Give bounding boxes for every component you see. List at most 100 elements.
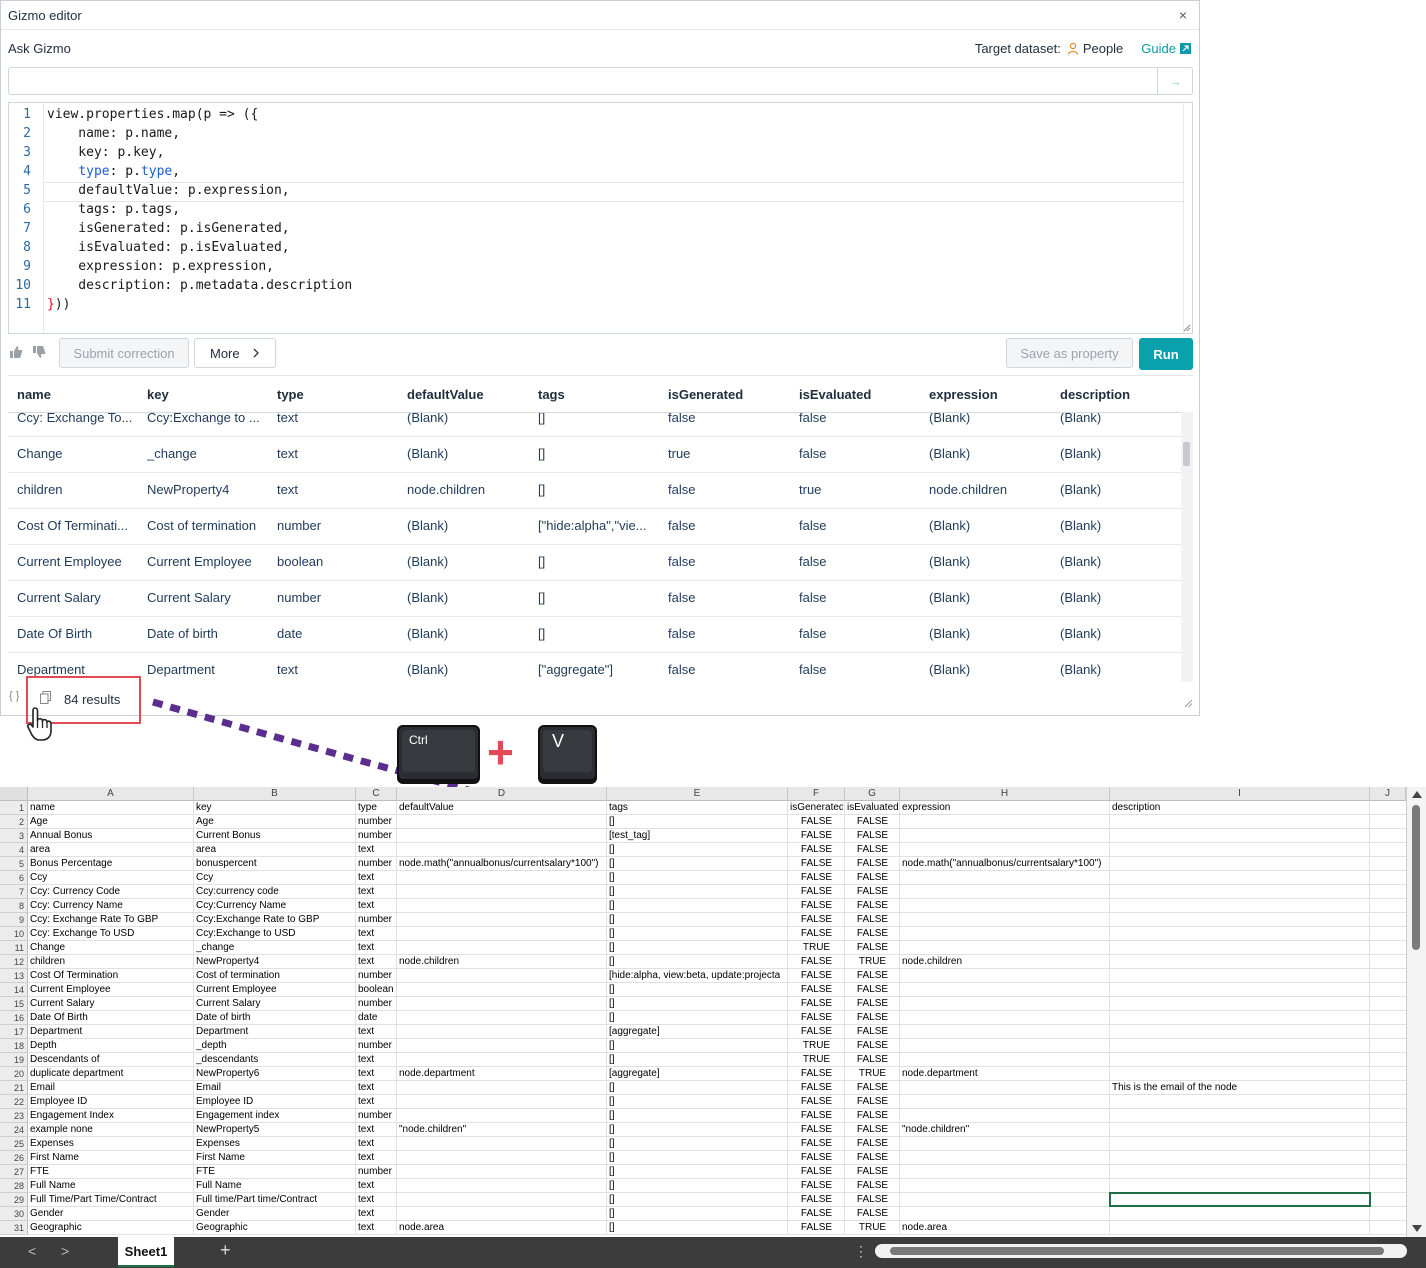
more-button[interactable]: More [194, 338, 276, 368]
cell[interactable]: Change [30, 941, 192, 955]
cell[interactable]: date [358, 1011, 605, 1025]
cell[interactable]: [] [609, 1053, 786, 1067]
cell[interactable]: [] [609, 1039, 786, 1053]
cell[interactable]: text [358, 941, 605, 955]
cell[interactable]: Ccy:Currency Name [196, 899, 354, 913]
cell[interactable]: FALSE [788, 1123, 845, 1137]
row-header[interactable]: 27 [0, 1165, 28, 1179]
cell[interactable]: number [358, 997, 605, 1011]
cell[interactable]: Ccy: Currency Name [30, 899, 192, 913]
table-row[interactable]: children NewProperty4 text node.children [] f… [8, 472, 1181, 509]
ask-gizmo-input[interactable]: → [8, 67, 1193, 95]
cell[interactable]: FALSE [845, 1109, 900, 1123]
cell[interactable]: key [196, 801, 354, 815]
cell[interactable]: Bonus Percentage [30, 857, 192, 871]
cell[interactable]: node.area [902, 1221, 1368, 1235]
cell[interactable]: tags [609, 801, 786, 815]
cell[interactable]: FALSE [788, 983, 845, 997]
cell[interactable]: number [358, 1165, 605, 1179]
cell[interactable]: FALSE [845, 913, 900, 927]
column-header-b[interactable]: B [194, 787, 356, 801]
code-scrollbar[interactable] [1183, 103, 1192, 333]
cell[interactable]: Geographic [30, 1221, 192, 1235]
cell[interactable]: node.children [902, 955, 1368, 969]
cell[interactable]: [] [609, 885, 786, 899]
cell[interactable]: Full Time/Part Time/Contract [30, 1193, 192, 1207]
code-line[interactable]: expression: p.expression, [47, 259, 274, 274]
guide-link[interactable]: Guide [1141, 41, 1176, 56]
cell[interactable]: [] [609, 927, 786, 941]
cell[interactable]: FALSE [788, 969, 845, 983]
cell[interactable]: _descendants [196, 1053, 354, 1067]
cell[interactable]: Full Name [30, 1179, 192, 1193]
row-header[interactable]: 2 [0, 815, 28, 829]
cell[interactable]: FTE [196, 1165, 354, 1179]
cell[interactable]: Ccy [30, 871, 192, 885]
column-header-type[interactable]: type [277, 387, 304, 402]
cell[interactable]: TRUE [845, 955, 900, 969]
cell[interactable]: Ccy:Exchange Rate to GBP [196, 913, 354, 927]
cell[interactable]: Annual Bonus [30, 829, 192, 843]
row-header[interactable]: 13 [0, 969, 28, 983]
column-header-expression[interactable]: expression [929, 387, 998, 402]
cell[interactable]: boolean [358, 983, 605, 997]
code-line[interactable]: description: p.metadata.description [47, 278, 352, 293]
cell[interactable]: type [358, 801, 395, 815]
table-row[interactable]: Change _change text (Blank) [] true false (Blan… [8, 436, 1181, 473]
cell[interactable]: text [358, 871, 605, 885]
cell[interactable]: Ccy: Currency Code [30, 885, 192, 899]
cell[interactable]: number [358, 1109, 605, 1123]
cell[interactable]: [] [609, 1179, 786, 1193]
cell[interactable]: children [30, 955, 192, 969]
cell[interactable]: text [358, 1193, 605, 1207]
column-header-g[interactable]: G [845, 787, 900, 801]
code-line[interactable]: view.properties.map(p => ({ [47, 107, 258, 122]
cell[interactable]: Current Salary [30, 997, 192, 1011]
external-link-icon[interactable] [1180, 43, 1191, 54]
cell[interactable]: FALSE [845, 829, 900, 843]
cell[interactable]: text [358, 1067, 395, 1081]
column-header-defaultvalue[interactable]: defaultValue [407, 387, 484, 402]
cell[interactable]: bonuspercent [196, 857, 354, 871]
cell[interactable]: [] [609, 1207, 786, 1221]
table-row[interactable]: Cost Of Terminati... Cost of termination n… [8, 508, 1181, 545]
cell[interactable]: First Name [30, 1151, 192, 1165]
target-dataset-value[interactable]: People [1083, 41, 1123, 56]
thumbs-down-icon[interactable] [32, 345, 46, 359]
cell[interactable]: [] [609, 871, 786, 885]
row-header[interactable]: 10 [0, 927, 28, 941]
cell[interactable]: name [30, 801, 192, 815]
column-header-f[interactable]: F [788, 787, 845, 801]
cell[interactable]: [] [609, 1221, 786, 1235]
cell[interactable]: [aggregate] [609, 1067, 786, 1081]
cell[interactable]: FALSE [845, 1011, 900, 1025]
code-line[interactable]: isEvaluated: p.isEvaluated, [47, 240, 289, 255]
cell[interactable]: FALSE [788, 927, 845, 941]
cell[interactable]: text [358, 1123, 395, 1137]
row-header[interactable]: 17 [0, 1025, 28, 1039]
cell[interactable]: TRUE [788, 1053, 845, 1067]
cell[interactable]: text [358, 899, 605, 913]
cell[interactable]: Depth [30, 1039, 192, 1053]
row-header[interactable]: 24 [0, 1123, 28, 1137]
cell[interactable]: FALSE [845, 1137, 900, 1151]
cell[interactable]: Age [196, 815, 354, 829]
row-header[interactable]: 23 [0, 1109, 28, 1123]
cell[interactable]: area [30, 843, 192, 857]
cell[interactable]: FALSE [788, 955, 845, 969]
cell[interactable]: FALSE [788, 829, 845, 843]
cell[interactable]: Employee ID [196, 1095, 354, 1109]
cell[interactable]: FALSE [788, 1165, 845, 1179]
cell[interactable]: [] [609, 1095, 786, 1109]
cell[interactable]: First Name [196, 1151, 354, 1165]
cell[interactable]: [] [609, 1165, 786, 1179]
code-braces-icon[interactable]: { } [9, 690, 19, 702]
cell[interactable]: number [358, 913, 605, 927]
sheet-hscroll-thumb[interactable] [890, 1247, 1384, 1255]
results-scrollbar[interactable] [1181, 412, 1193, 682]
cell[interactable]: Department [30, 1025, 192, 1039]
cell[interactable]: FALSE [845, 885, 900, 899]
cell[interactable]: FALSE [788, 1109, 845, 1123]
scroll-up-icon[interactable] [1412, 791, 1422, 798]
cell[interactable]: duplicate department [30, 1067, 192, 1081]
